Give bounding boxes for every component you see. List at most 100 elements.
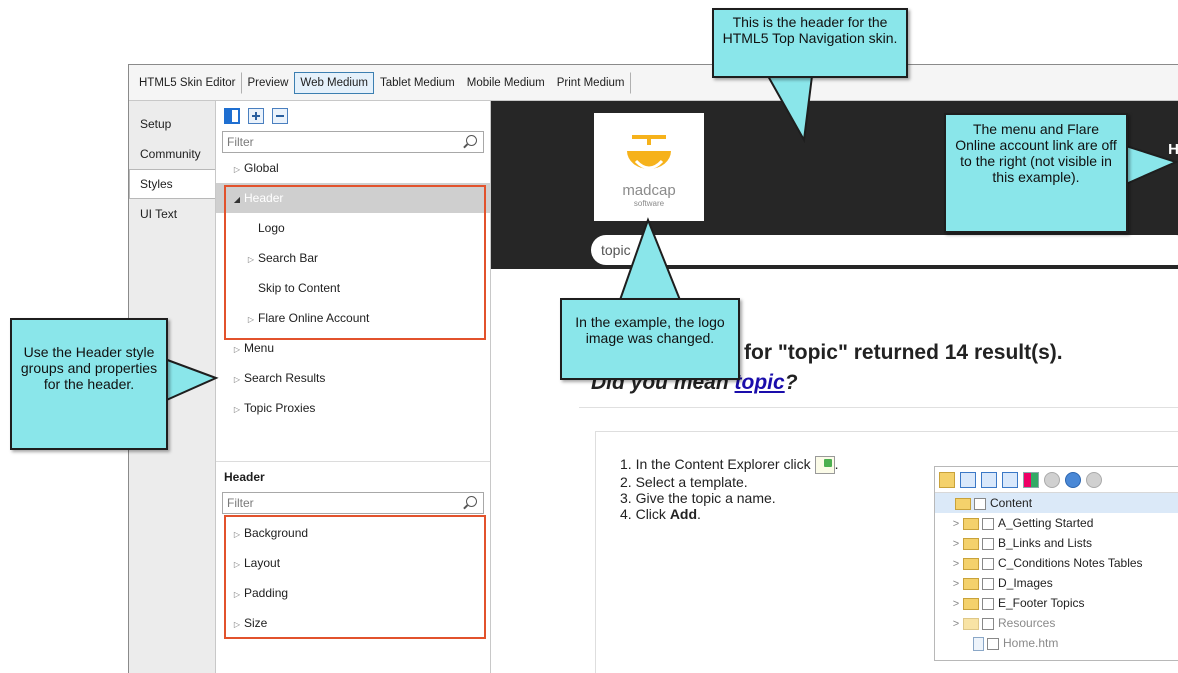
checkbox-icon — [982, 517, 994, 530]
tree-item-label: Menu — [244, 341, 275, 355]
tree-item-skip-to-content[interactable]: Skip to Content — [216, 273, 490, 303]
step-item: 3. Give the topic a name. — [620, 490, 776, 507]
logo[interactable]: madcap software — [594, 113, 704, 221]
preview-search-bar — [591, 235, 1178, 265]
expand-arrow-icon[interactable]: ▷ — [230, 550, 244, 580]
tab-html5-skin-editor[interactable]: HTML5 Skin Editor — [133, 71, 242, 94]
properties-filter-input[interactable] — [223, 493, 483, 513]
explorer-file: Home.htm — [935, 633, 1178, 653]
folder-icon — [963, 537, 979, 550]
side-tab-styles[interactable]: Styles — [129, 169, 216, 199]
property-layout[interactable]: ▷ Layout — [216, 548, 490, 578]
expand-arrow-icon[interactable]: ▷ — [230, 610, 244, 640]
checkbox-icon — [982, 537, 994, 550]
properties-title: Header — [224, 470, 265, 484]
madcap-logo-icon: madcap software — [622, 135, 676, 208]
properties-section: Header ▷Background ▷Layout ▷Padding ▷Siz… — [216, 461, 490, 638]
folder-icon — [963, 577, 979, 590]
window-icon — [960, 471, 976, 488]
step-item: 1. In the Content Explorer click . — [620, 456, 838, 475]
tree-item-topic-proxies[interactable]: ▷ Topic Proxies — [216, 393, 490, 423]
styles-panel-toolbar — [216, 101, 490, 131]
expand-icon — [981, 471, 997, 488]
grid-icon — [1023, 471, 1039, 488]
tree-item-logo[interactable]: Logo — [216, 213, 490, 243]
style-groups-filter — [222, 131, 484, 153]
explorer-folder: > D_Images — [952, 576, 1053, 590]
property-background[interactable]: ▷ Background — [216, 518, 490, 548]
property-size[interactable]: ▷ Size — [216, 608, 490, 638]
expand-arrow-icon[interactable]: ▷ — [230, 365, 244, 395]
person-icon — [1086, 471, 1102, 488]
steps-list: 1. In the Content Explorer click . 2. Se… — [620, 456, 838, 522]
checkbox-icon — [974, 497, 986, 510]
search-icon[interactable] — [466, 135, 477, 146]
expand-arrow-icon[interactable]: ▷ — [230, 155, 244, 185]
expand-arrow-icon[interactable]: ▷ — [230, 580, 244, 610]
checkbox-icon — [987, 637, 999, 650]
checkbox-icon — [982, 577, 994, 590]
tree-item-menu[interactable]: ▷ Menu — [216, 333, 490, 363]
tree-item-label: Topic Proxies — [244, 401, 316, 415]
tree-item-label: Logo — [258, 221, 285, 235]
expand-arrow-icon[interactable]: ▷ — [230, 335, 244, 365]
style-groups-filter-input[interactable] — [223, 132, 483, 152]
folder-icon — [939, 471, 955, 488]
style-groups-callout: Use the Header style groups and properti… — [10, 318, 168, 450]
tree-item-flare-online-account[interactable]: ▷ Flare Online Account — [216, 303, 490, 333]
collapse-all-icon[interactable] — [272, 108, 288, 124]
logo-wordmark: madcap — [622, 182, 675, 199]
tree-item-search-bar[interactable]: ▷ Search Bar — [216, 243, 490, 273]
did-you-mean-suffix: ? — [784, 371, 798, 394]
explorer-folder: > E_Footer Topics — [952, 596, 1085, 610]
explorer-folder: > C_Conditions Notes Tables — [952, 556, 1143, 570]
styles-panel: ▷Global ◢Header Logo ▷Search Bar Skip to… — [215, 101, 491, 673]
property-label: Layout — [244, 556, 281, 570]
tab-web-medium[interactable]: Web Medium — [294, 71, 374, 94]
checkbox-icon — [982, 557, 994, 570]
globe-icon — [1065, 471, 1081, 488]
panel-layout-icon[interactable] — [224, 108, 240, 124]
tree-item-label: Flare Online Account — [258, 311, 370, 325]
tab-tablet-medium[interactable]: Tablet Medium — [374, 72, 461, 94]
property-padding[interactable]: ▷ Padding — [216, 578, 490, 608]
tree-item-label: Skip to Content — [258, 281, 341, 295]
step-item: 2. Select a template. — [620, 474, 748, 491]
collapse-icon — [1002, 471, 1018, 488]
checkbox-icon — [982, 617, 994, 630]
side-tab-ui-text[interactable]: UI Text — [129, 199, 215, 229]
expand-all-icon[interactable] — [248, 108, 264, 124]
expand-arrow-icon[interactable]: ▷ — [230, 520, 244, 550]
explorer-folder: > Resources — [952, 616, 1056, 630]
search-result-card[interactable]: 1. In the Content Explorer click . 2. Se… — [595, 431, 1178, 673]
expand-arrow-icon[interactable]: ▷ — [244, 305, 258, 335]
content-explorer-image: Content > A_Getting Started > B_Links and … — [934, 466, 1178, 661]
folder-icon — [963, 617, 979, 630]
search-icon[interactable] — [466, 496, 477, 507]
did-you-mean-link[interactable]: topic — [735, 371, 785, 394]
tree-item-search-results[interactable]: ▷ Search Results — [216, 363, 490, 393]
expand-arrow-icon[interactable]: ▷ — [244, 245, 258, 275]
logo-subtext: software — [634, 199, 665, 208]
settings-icon — [1044, 471, 1060, 488]
folder-icon — [963, 557, 979, 570]
property-label: Size — [244, 616, 268, 630]
collapse-arrow-icon[interactable]: ◢ — [230, 185, 244, 215]
properties-filter — [222, 492, 484, 514]
side-tab-community[interactable]: Community — [129, 139, 215, 169]
tree-item-label: Header — [244, 191, 284, 205]
tab-print-medium[interactable]: Print Medium — [551, 71, 631, 94]
checkbox-icon — [982, 597, 994, 610]
expand-arrow-icon[interactable]: ▷ — [230, 395, 244, 425]
tab-preview[interactable]: Preview — [242, 72, 295, 94]
property-label: Background — [244, 526, 309, 540]
tab-mobile-medium[interactable]: Mobile Medium — [461, 72, 551, 94]
tree-item-header[interactable]: ◢ Header — [216, 183, 490, 213]
tree-item-global[interactable]: ▷ Global — [216, 153, 490, 183]
folder-icon — [955, 497, 971, 510]
preview-search-input[interactable] — [591, 235, 1178, 265]
logo-callout: In the example, the logo image was chang… — [560, 298, 740, 380]
side-tab-setup[interactable]: Setup — [129, 109, 215, 139]
add-topic-icon — [814, 456, 835, 475]
explorer-folder: > A_Getting Started — [952, 516, 1094, 530]
